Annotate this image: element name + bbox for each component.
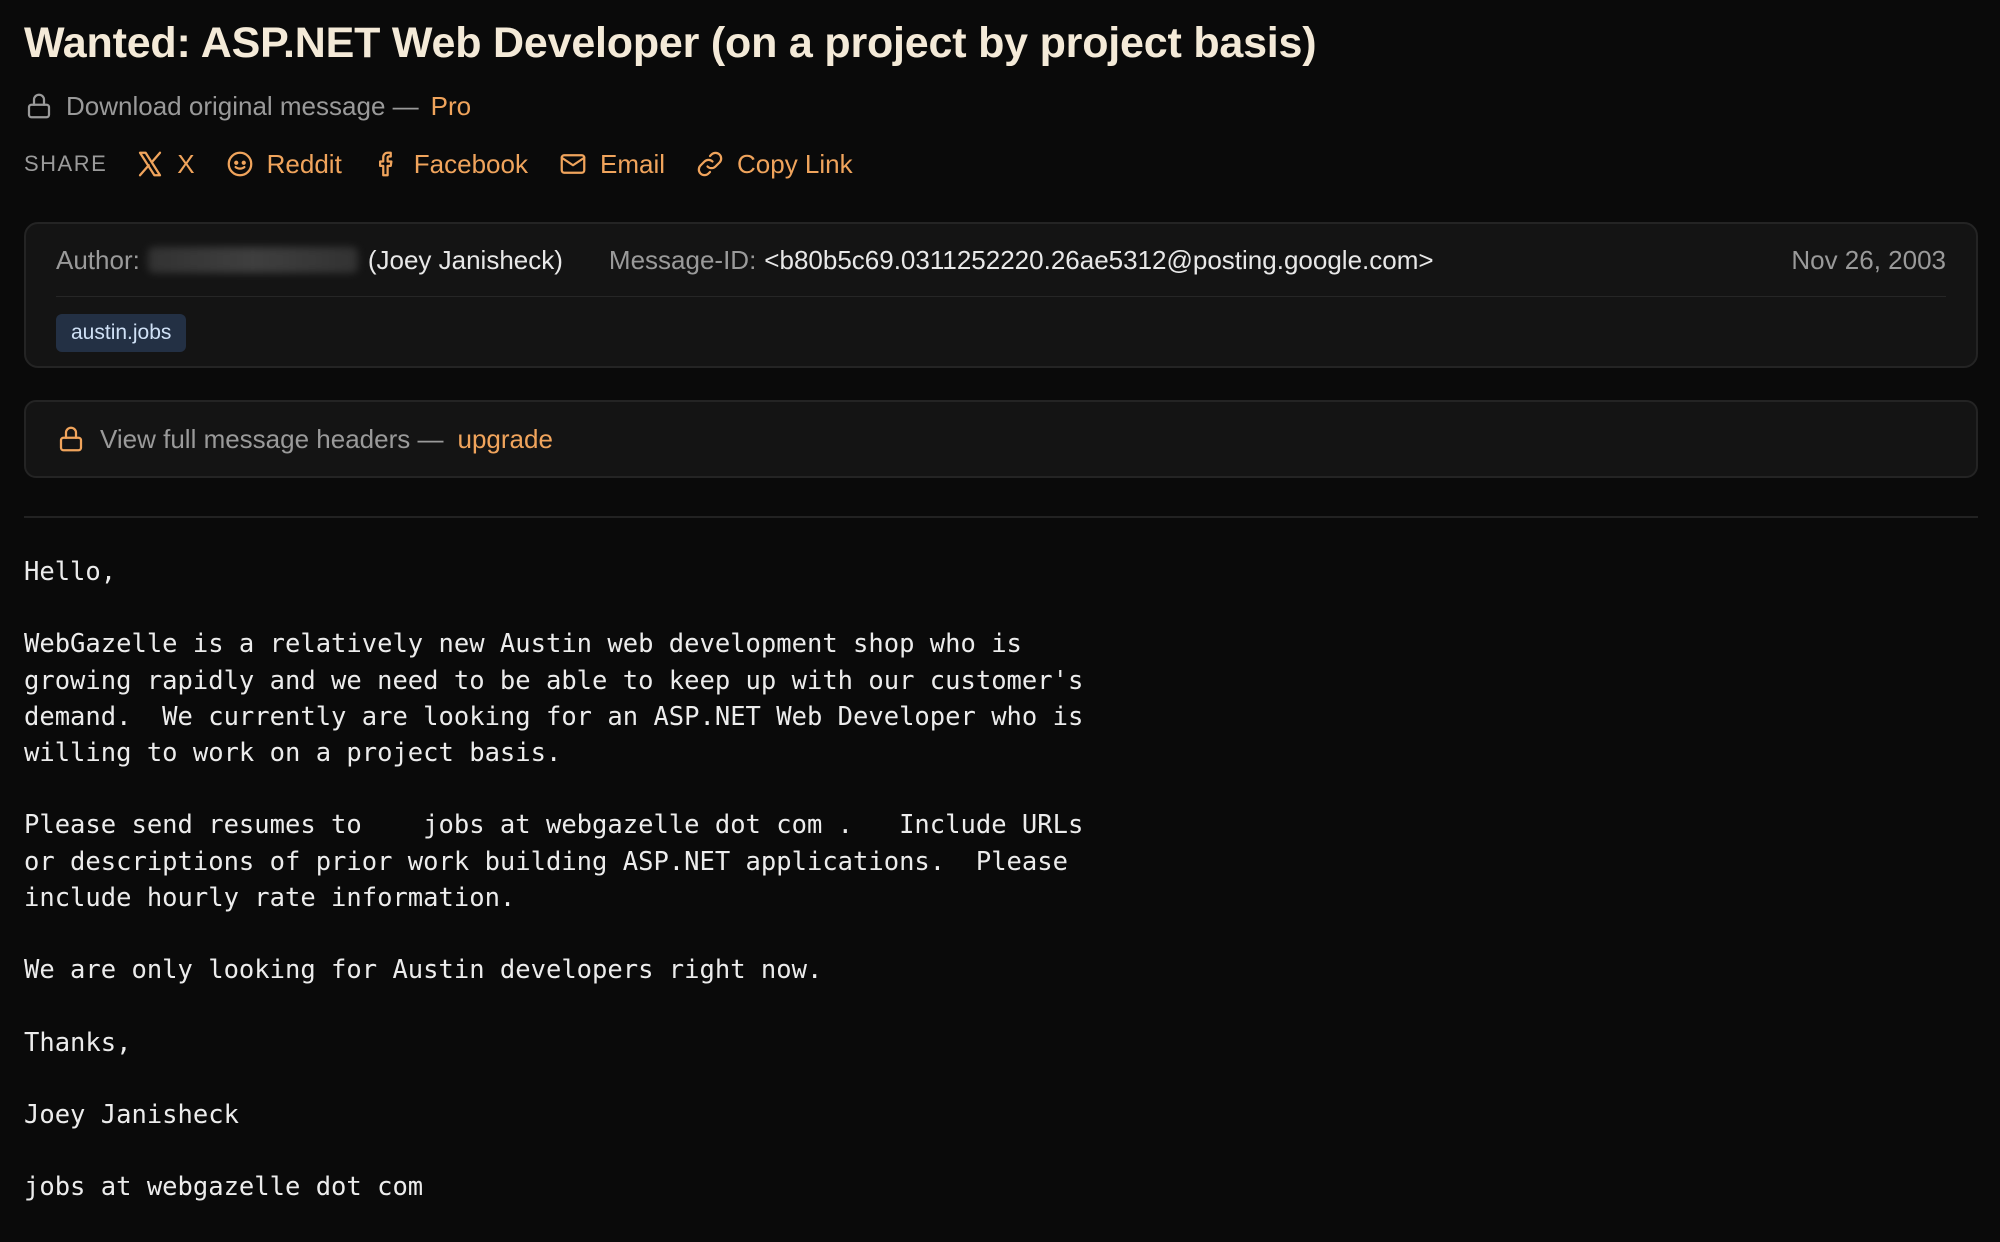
facebook-icon	[378, 151, 393, 177]
author-label: Author:	[56, 244, 140, 275]
x-logo-icon	[139, 151, 162, 177]
mail-icon	[560, 154, 586, 174]
message-meta-card: Author: (Joey Janisheck) Message-ID: <b8…	[24, 222, 1978, 368]
full-headers-card: View full message headers — upgrade	[24, 400, 1978, 478]
page-title: Wanted: ASP.NET Web Developer (on a proj…	[24, 19, 1317, 67]
lock-icon	[59, 426, 83, 452]
share-email-label: Email	[599, 148, 665, 179]
pro-link[interactable]: Pro	[431, 91, 471, 122]
newsgroup-tag[interactable]: austin.jobs	[56, 314, 187, 352]
share-bar: SHARE X Reddit Facebook Email Copy Link	[24, 142, 1976, 186]
message-id-field: Message-ID: <b80b5c69.0311252220.26ae531…	[609, 245, 1434, 276]
full-headers-text: View full message headers —	[100, 423, 444, 454]
share-reddit-label: Reddit	[266, 148, 342, 179]
meta-header-row: Author: (Joey Janisheck) Message-ID: <b8…	[56, 224, 1946, 297]
message-body: Hello, WebGazelle is a relatively new Au…	[24, 557, 1084, 1203]
meta-tags-row: austin.jobs	[56, 297, 1946, 369]
message-id-label: Message-ID:	[608, 244, 757, 275]
link-icon	[697, 151, 723, 177]
share-facebook-button[interactable]: Facebook	[372, 149, 528, 180]
download-original-text: Download original message —	[66, 90, 419, 121]
upgrade-link[interactable]: upgrade	[457, 424, 552, 455]
author-field: Author: (Joey Janisheck)	[56, 245, 563, 276]
share-x-label: X	[177, 148, 195, 179]
download-original-row: Download original message — Pro	[24, 86, 1976, 126]
message-date: Nov 26, 2003	[1791, 244, 1946, 275]
divider	[24, 516, 1978, 518]
share-label: SHARE	[24, 151, 108, 176]
share-reddit-button[interactable]: Reddit	[225, 149, 342, 180]
reddit-icon	[227, 151, 253, 177]
share-copy-link-label: Copy Link	[737, 148, 853, 179]
author-name: (Joey Janisheck)	[367, 244, 563, 275]
share-facebook-label: Facebook	[413, 148, 528, 179]
message-id-value: <b80b5c69.0311252220.26ae5312@posting.go…	[764, 244, 1434, 275]
share-copy-link-button[interactable]: Copy Link	[695, 149, 853, 180]
lock-icon	[27, 93, 51, 119]
redacted-author-email	[147, 247, 358, 273]
message-page: Wanted: ASP.NET Web Developer (on a proj…	[0, 0, 2000, 1242]
share-x-button[interactable]: X	[135, 148, 195, 180]
share-email-button[interactable]: Email	[558, 149, 665, 180]
